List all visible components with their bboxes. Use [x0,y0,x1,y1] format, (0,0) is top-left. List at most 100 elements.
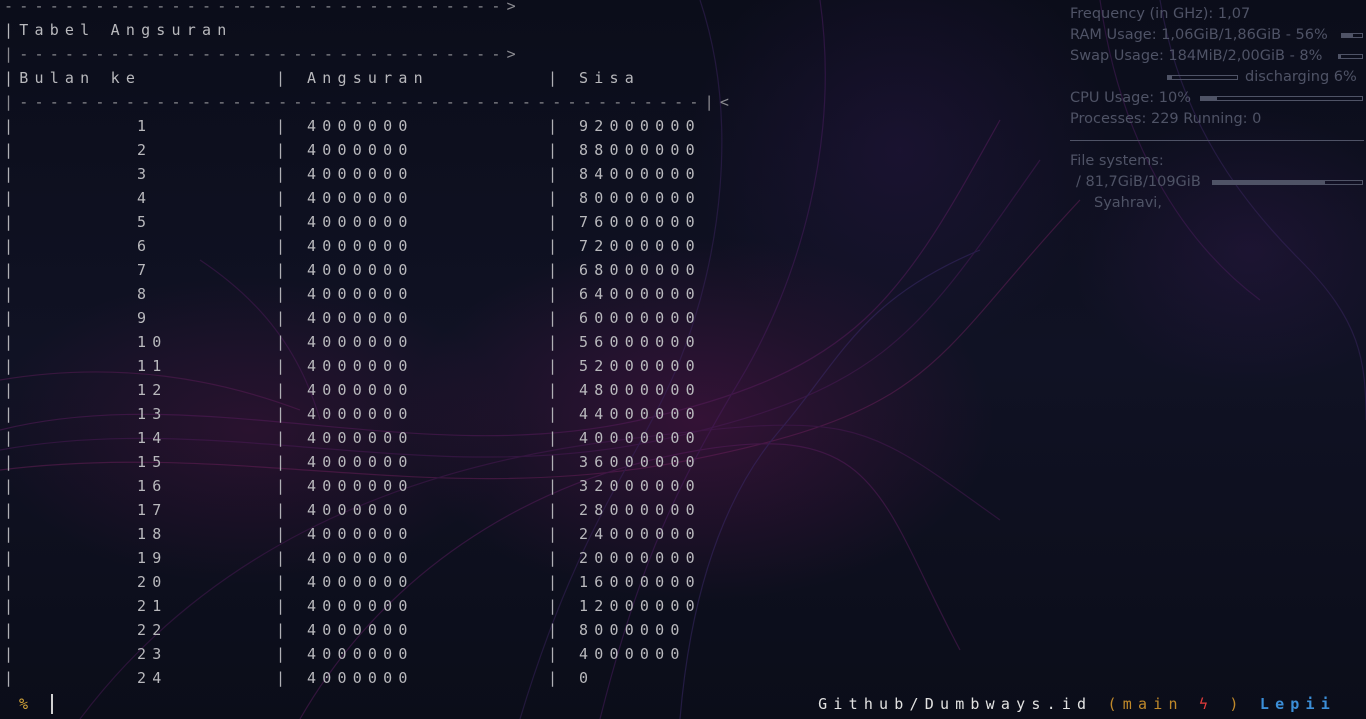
ram-usage-label: RAM Usage: 1,06GiB/1,86GiB - 56% [1070,27,1328,43]
row-border: | [4,549,20,567]
cpu-frequency: Frequency (in GHz): 1,07 [1070,6,1251,22]
cell-angsuran: 4000000 [307,381,414,399]
cell-sisa: 36000000 [579,453,701,471]
battery-label: discharging 6% [1245,69,1357,85]
row-border: | [4,621,20,639]
cell-bulan: 19 [137,549,168,567]
cell-sisa: 64000000 [579,285,701,303]
row-border: | [4,669,20,687]
processes: Processes: 229 Running: 0 [1070,111,1262,127]
cpu-usage-row: CPU Usage: 10% [1070,88,1364,109]
cell-angsuran: 4000000 [307,285,414,303]
root-fs-bar [1212,180,1363,185]
row-separator: | [548,141,564,159]
shell-prompt[interactable]: % Github/Dumbways.id (main ϟ ) Lepii [0,692,1366,716]
cell-sisa: 4000000 [579,645,686,663]
conky-system-monitor: Frequency (in GHz): 1,07 RAM Usage: 1,06… [1070,4,1364,214]
cell-angsuran: 4000000 [307,117,414,135]
row-border: | [4,213,20,231]
row-separator: | [276,141,292,159]
cell-angsuran: 4000000 [307,621,414,639]
table-row: | 22 | 4000000 | 8000000 [4,618,1004,642]
table-row: | 24 | 4000000 | 0 [4,666,1004,690]
table-row: | 6 | 4000000 | 72000000 [4,234,1004,258]
cell-bulan: 23 [137,645,168,663]
table-row: | 8 | 4000000 | 64000000 [4,282,1004,306]
row-separator: | [276,501,292,519]
table-row: | 18 | 4000000 | 24000000 [4,522,1004,546]
row-separator: | [548,333,564,351]
cell-bulan: 4 [137,189,153,207]
git-branch: (main [1107,695,1184,713]
row-separator: | [548,261,564,279]
cell-bulan: 18 [137,525,168,543]
cell-sisa: 28000000 [579,501,701,519]
cpu-usage-fill [1201,97,1218,100]
cell-bulan: 16 [137,477,168,495]
header-separator: | [548,69,564,87]
arrow-line-top: ---------------------------------> [4,0,522,15]
row-border: | [4,405,20,423]
table-row: | 5 | 4000000 | 76000000 [4,210,1004,234]
table-row: | 19 | 4000000 | 20000000 [4,546,1004,570]
cell-sisa: 56000000 [579,333,701,351]
row-separator: | [276,645,292,663]
cpu-usage-label: CPU Usage: 10% [1070,90,1191,106]
cell-bulan: 22 [137,621,168,639]
table-row: | 12 | 4000000 | 48000000 [4,378,1004,402]
row-separator: | [276,597,292,615]
cpu-usage-bar [1200,96,1363,101]
row-separator: | [548,213,564,231]
table-row: | 4 | 4000000 | 80000000 [4,186,1004,210]
row-separator: | [548,381,564,399]
cell-bulan: 3 [137,165,153,183]
battery-row: discharging 6% [1070,67,1364,88]
row-separator: | [276,117,292,135]
cell-bulan: 5 [137,213,153,231]
row-separator: | [276,237,292,255]
git-branch-close: ) [1229,695,1245,713]
row-separator: | [276,309,292,327]
header-sisa: Sisa [579,69,640,87]
row-border: | [4,357,20,375]
conky-user: Syahravi, [1094,195,1162,211]
row-separator: | [276,573,292,591]
cell-angsuran: 4000000 [307,141,414,159]
row-separator: | [548,477,564,495]
row-separator: | [548,429,564,447]
table-row: | 15 | 4000000 | 36000000 [4,450,1004,474]
table-row: | 20 | 4000000 | 16000000 [4,570,1004,594]
file-systems-label: File systems: [1070,153,1164,169]
row-separator: | [276,333,292,351]
row-separator: | [548,405,564,423]
row-separator: | [276,525,292,543]
cell-angsuran: 4000000 [307,309,414,327]
table-row: | 21 | 4000000 | 12000000 [4,594,1004,618]
battery-bar [1167,75,1238,80]
cell-angsuran: 4000000 [307,165,414,183]
row-separator: | [276,549,292,567]
cell-bulan: 20 [137,573,168,591]
cell-angsuran: 4000000 [307,357,414,375]
table-row: | 14 | 4000000 | 40000000 [4,426,1004,450]
row-separator: | [548,285,564,303]
cell-angsuran: 4000000 [307,189,414,207]
cell-sisa: 80000000 [579,189,701,207]
cell-sisa: 44000000 [579,405,701,423]
table-row: | 3 | 4000000 | 84000000 [4,162,1004,186]
ram-usage-row: RAM Usage: 1,06GiB/1,86GiB - 56% [1070,25,1364,46]
row-separator: | [548,165,564,183]
table-header: |Bulan ke | Angsuran | Sisa [4,66,1004,90]
row-separator: | [548,621,564,639]
cell-bulan: 10 [137,333,168,351]
prompt-symbol: % [19,695,29,713]
cell-bulan: 1 [137,117,153,135]
cell-bulan: 8 [137,285,153,303]
root-fs-label: / 81,7GiB/109GiB [1076,174,1201,190]
ram-usage-fill [1342,34,1354,37]
row-separator: | [548,453,564,471]
row-border: | [4,141,20,159]
cell-bulan: 9 [137,309,153,327]
cell-angsuran: 4000000 [307,261,414,279]
cell-sisa: 52000000 [579,357,701,375]
